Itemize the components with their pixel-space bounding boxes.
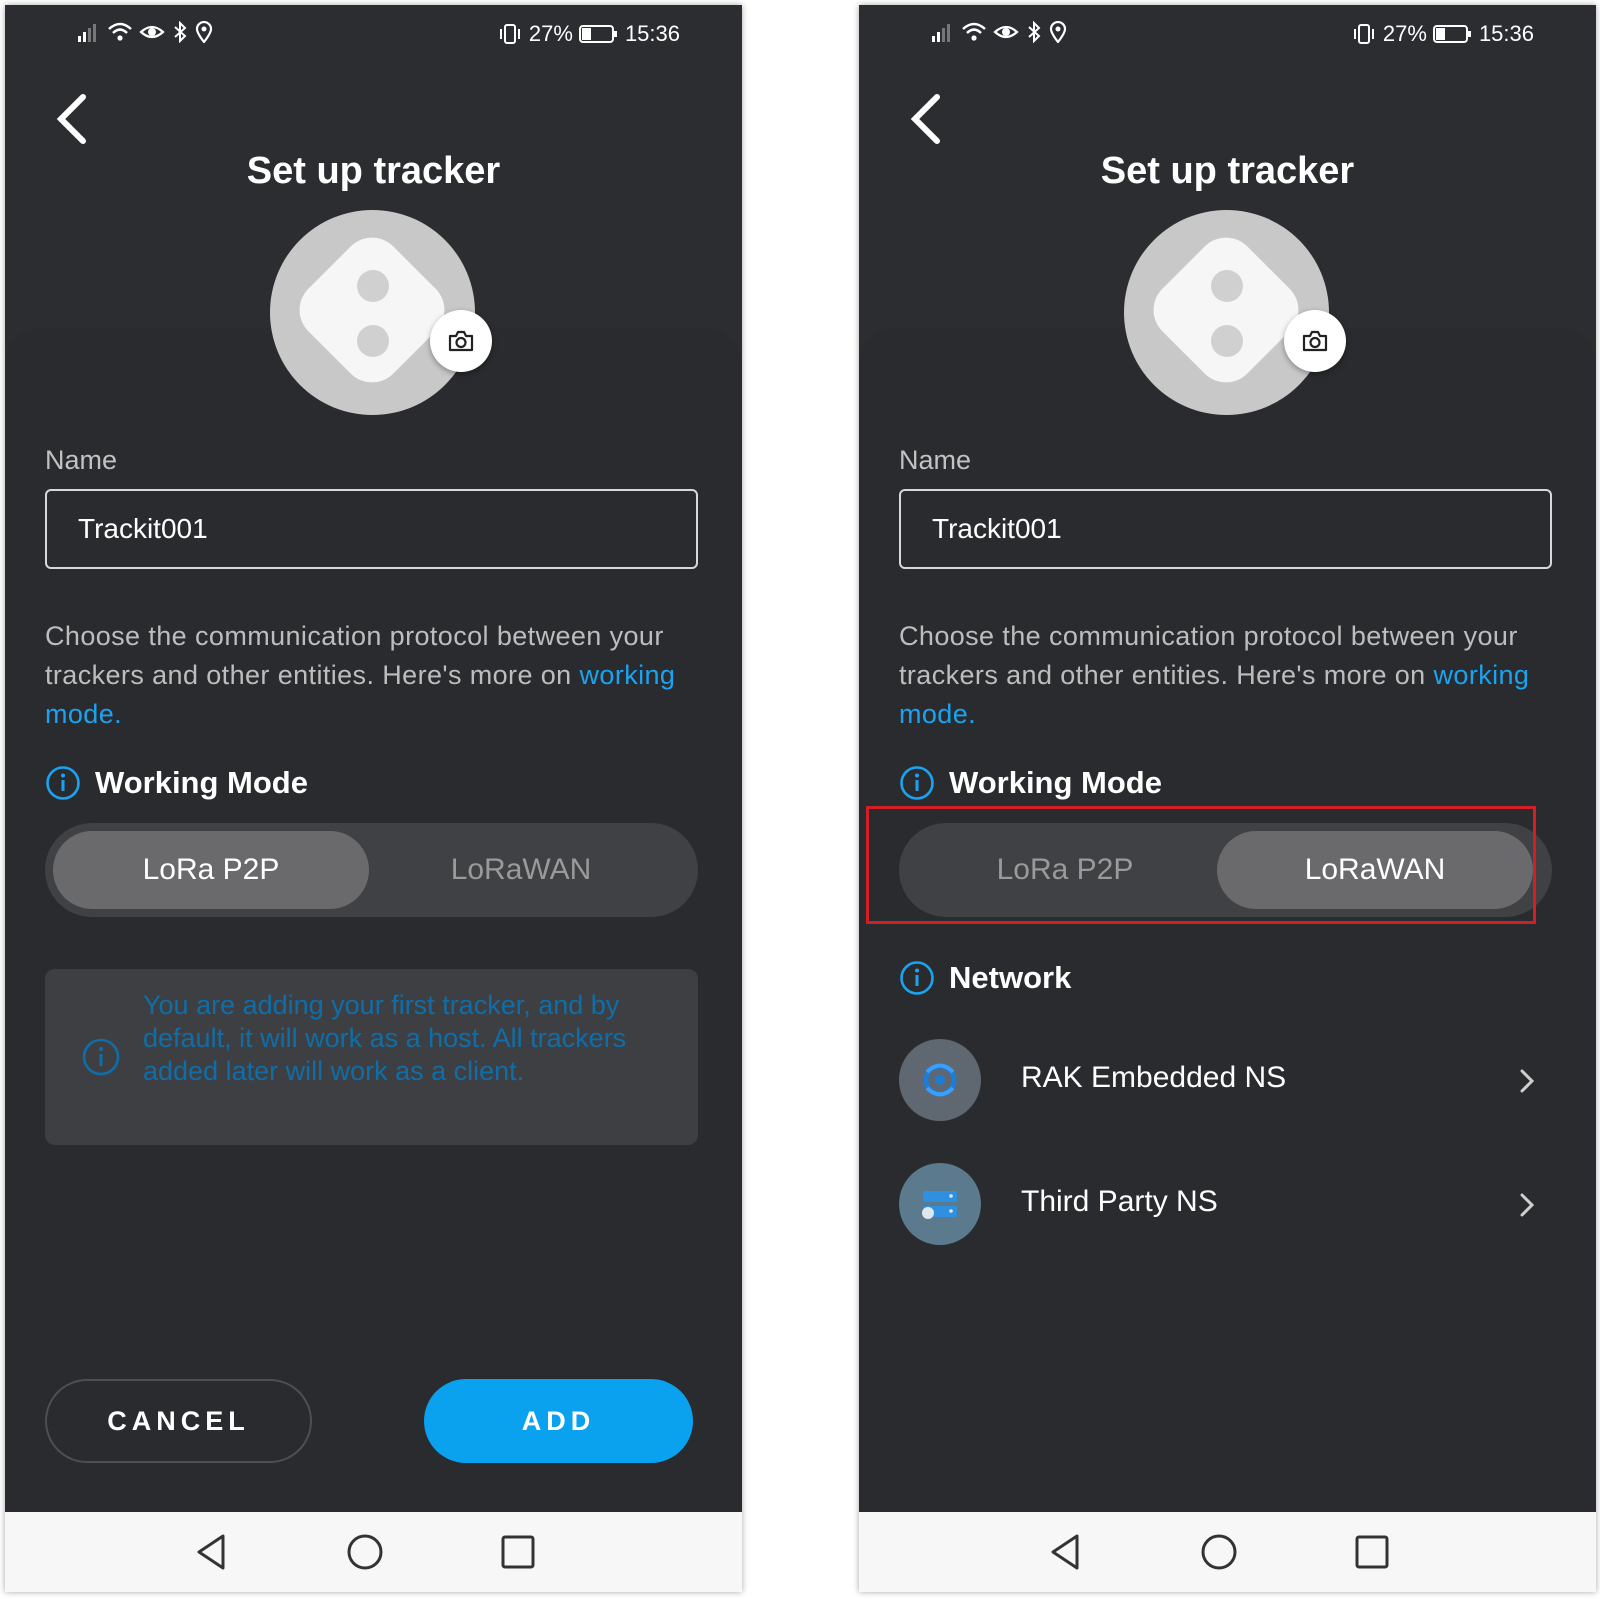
camera-icon [448, 330, 474, 352]
working-mode-toggle: LoRa P2P LoRaWAN [899, 823, 1552, 917]
network-heading: Network [899, 960, 1071, 996]
info-icon[interactable] [45, 765, 81, 801]
location-icon [195, 21, 213, 43]
host-notice: You are adding your first tracker, and b… [45, 969, 698, 1145]
vibrate-icon [1353, 24, 1374, 44]
tracker-power-icon [1211, 325, 1243, 357]
tracker-device-icon [1141, 225, 1311, 395]
clock: 15:36 [624, 21, 680, 46]
protocol-description: Choose the communication protocol betwee… [899, 617, 1559, 734]
network-title: Network [949, 960, 1072, 995]
tracker-logo-icon [1211, 270, 1243, 302]
nav-back-icon[interactable] [1047, 1532, 1087, 1572]
vibrate-icon [499, 24, 520, 44]
mode-option-lora-p2p[interactable]: LoRa P2P [907, 831, 1223, 909]
back-arrow-icon[interactable] [903, 89, 953, 149]
network-option-label: Third Party NS [1021, 1185, 1218, 1218]
status-bar: 27% 15:36 [859, 5, 1596, 65]
info-icon[interactable] [899, 765, 935, 801]
nav-recents-icon[interactable] [498, 1532, 538, 1572]
system-nav-bar [859, 1512, 1596, 1592]
camera-button[interactable] [1284, 310, 1346, 372]
cancel-button[interactable]: CANCEL [45, 1379, 312, 1463]
tracker-device-icon [287, 225, 457, 395]
network-option-third-party[interactable]: Third Party NS [899, 1163, 1539, 1247]
network-option-label: RAK Embedded NS [1021, 1061, 1287, 1094]
tracker-avatar [270, 210, 492, 415]
camera-button[interactable] [430, 310, 492, 372]
phone-screen-lorawan: 27% 15:36 Set up tracker Name Trackit001… [859, 5, 1596, 1592]
working-mode-title: Working Mode [949, 765, 1162, 800]
battery-icon [578, 25, 617, 43]
back-arrow-icon[interactable] [49, 89, 99, 149]
rak-logo-icon [899, 1039, 981, 1121]
battery-percent: 27% [528, 21, 573, 46]
description-text: Choose the communication protocol betwee… [45, 621, 664, 690]
add-button[interactable]: ADD [424, 1379, 693, 1463]
server-glyph [922, 1191, 957, 1219]
bluetooth-icon [1028, 21, 1041, 43]
tracker-avatar [1124, 210, 1346, 415]
chevron-right-icon [1520, 1069, 1535, 1093]
page-title: Set up tracker [1100, 150, 1355, 192]
nav-home-icon[interactable] [1199, 1532, 1239, 1572]
status-bar: 27% 15:36 [5, 5, 742, 65]
nav-recents-icon[interactable] [1352, 1532, 1392, 1572]
mode-option-lorawan[interactable]: LoRaWAN [363, 831, 679, 909]
nav-back-icon[interactable] [193, 1532, 233, 1572]
camera-icon [1302, 330, 1328, 352]
working-mode-title: Working Mode [95, 765, 308, 800]
bluetooth-icon [174, 21, 187, 43]
mode-option-lora-p2p[interactable]: LoRa P2P [53, 831, 369, 909]
name-label: Name [45, 445, 118, 475]
mode-option-lorawan[interactable]: LoRaWAN [1217, 831, 1533, 909]
name-input[interactable]: Trackit001 [899, 489, 1552, 569]
name-label: Name [899, 445, 972, 475]
battery-icon [1432, 25, 1471, 43]
chevron-right-icon [1520, 1193, 1535, 1217]
battery-percent: 27% [1382, 21, 1427, 46]
tracker-image [270, 210, 475, 415]
page-title: Set up tracker [246, 150, 501, 192]
tracker-power-icon [357, 325, 389, 357]
info-icon[interactable] [899, 960, 935, 996]
location-icon [1049, 21, 1067, 43]
signal-icon [78, 24, 96, 42]
tracker-image [1124, 210, 1329, 415]
notice-text: You are adding your first tracker, and b… [143, 990, 627, 1086]
server-icon [899, 1163, 981, 1245]
phone-screen-lora-p2p: 27% 15:36 Set up tracker Name Trackit001… [5, 5, 742, 1592]
wifi-icon [108, 22, 132, 41]
info-icon [82, 1038, 120, 1076]
description-text: Choose the communication protocol betwee… [899, 621, 1518, 690]
working-mode-heading: Working Mode [45, 765, 308, 801]
tracker-logo-icon [357, 270, 389, 302]
rak-logo-glyph [923, 1063, 957, 1097]
nav-home-icon[interactable] [345, 1532, 385, 1572]
signal-icon [932, 24, 950, 42]
protocol-description: Choose the communication protocol betwee… [45, 617, 705, 734]
clock: 15:36 [1478, 21, 1534, 46]
name-input[interactable]: Trackit001 [45, 489, 698, 569]
eye-icon [139, 25, 165, 39]
eye-icon [993, 25, 1019, 39]
wifi-icon [962, 22, 986, 41]
network-option-rak-embedded[interactable]: RAK Embedded NS [899, 1039, 1539, 1123]
system-nav-bar [5, 1512, 742, 1592]
working-mode-heading: Working Mode [899, 765, 1162, 801]
working-mode-toggle: LoRa P2P LoRaWAN [45, 823, 698, 917]
